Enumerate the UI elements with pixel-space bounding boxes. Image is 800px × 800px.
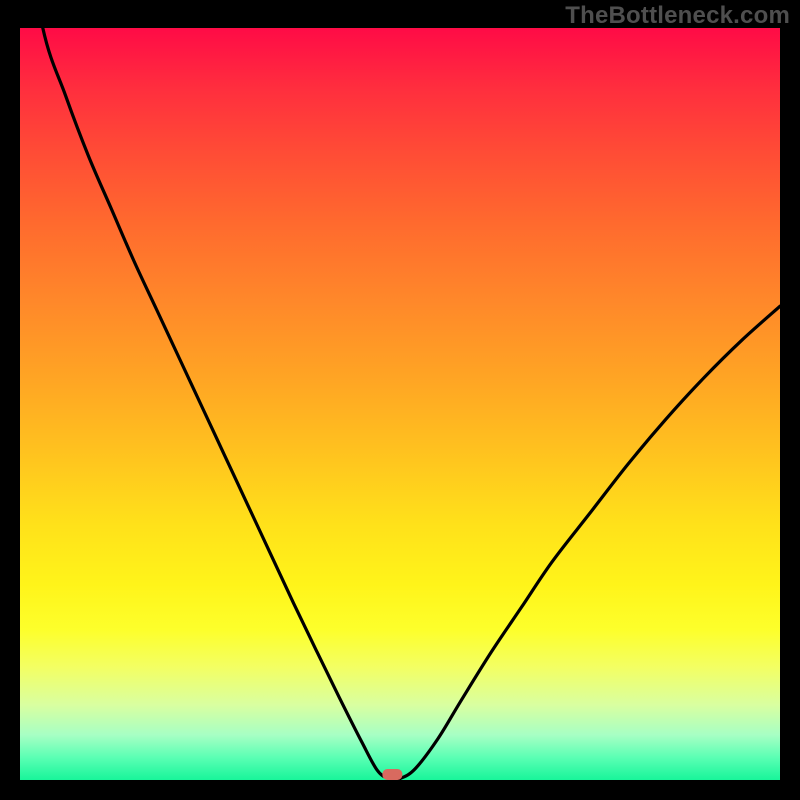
watermark-text: TheBottleneck.com: [565, 2, 790, 30]
curve-layer: [20, 28, 780, 780]
plot-area: [20, 28, 780, 780]
minimum-marker: [382, 769, 402, 780]
bottleneck-curve: [20, 28, 780, 780]
chart-frame: TheBottleneck.com: [0, 0, 800, 800]
